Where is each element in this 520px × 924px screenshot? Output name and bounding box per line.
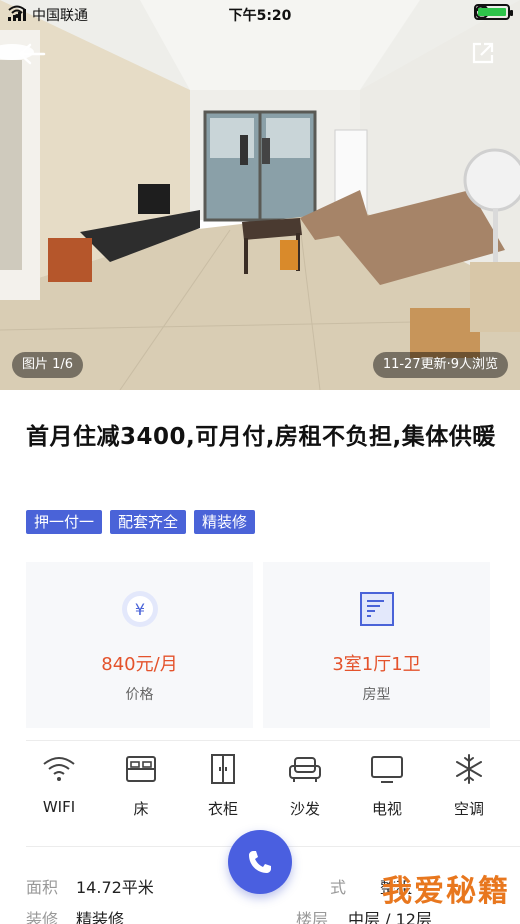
section-divider	[26, 740, 520, 741]
summary-cards: ¥ 840元/月 价格 3室1厅1卫 房型	[26, 562, 490, 728]
amenity-label: 床	[133, 800, 149, 818]
tv-icon	[371, 756, 403, 783]
amenity-tv: 电视	[346, 752, 428, 819]
svg-text:¥: ¥	[134, 600, 144, 619]
yuan-icon: ¥	[121, 591, 158, 627]
amenity-wifi: WIFI	[18, 752, 100, 819]
photo-counter: 图片 1/6	[12, 352, 84, 378]
listing-title: 首月住减3400,可月付,房租不负担,集体供暖	[26, 424, 496, 450]
amenity-label: 空调	[453, 800, 484, 818]
share-button[interactable]	[470, 40, 496, 66]
snowflake-icon	[456, 754, 482, 784]
price-card: ¥ 840元/月 价格	[26, 562, 253, 728]
price-value: 840元/月	[101, 654, 178, 675]
bed-icon	[126, 756, 156, 782]
wardrobe-icon	[211, 754, 235, 784]
tag-facilities: 配套齐全	[110, 510, 187, 534]
amenity-bed: 床	[100, 752, 182, 819]
layout-value: 3室1厅1卫	[332, 654, 421, 675]
tag-payment: 押一付一	[26, 510, 103, 534]
amenities-list: WIFI 床 衣柜 沙发 电视 空调	[18, 752, 510, 819]
sofa-icon	[289, 757, 321, 782]
amenity-sofa: 沙发	[264, 752, 346, 819]
amenity-wardrobe: 衣柜	[182, 752, 264, 819]
detail-area: 面积 14.72平米	[26, 874, 266, 898]
share-icon	[472, 42, 494, 64]
wifi-icon	[43, 757, 75, 781]
tag-decoration: 精装修	[194, 510, 256, 534]
phone-icon	[249, 851, 271, 873]
detail-key: 楼层	[296, 910, 329, 924]
detail-value: 精装修	[76, 910, 125, 924]
amenity-ac: 空调	[428, 752, 510, 819]
amenity-label: 衣柜	[207, 800, 238, 818]
back-button[interactable]	[16, 42, 46, 66]
status-bar: 中国联通 下午5:20	[0, 0, 520, 28]
detail-key: 装修	[26, 910, 59, 924]
status-time: 下午5:20	[228, 8, 292, 24]
detail-value: 14.72平米	[76, 878, 154, 897]
listing-tags: 押一付一 配套齐全 精装修	[26, 510, 256, 534]
back-arrow-icon	[18, 43, 46, 65]
floorplan-icon	[359, 592, 394, 626]
layout-label: 房型	[362, 687, 391, 703]
watermark-logo: 我爱秘籍	[382, 874, 510, 909]
room-photo-illustration	[0, 0, 520, 390]
detail-key: 式	[330, 878, 347, 897]
detail-key: 面积	[26, 878, 59, 897]
listing-photo[interactable]: 中国联通 下午5:20 图片 1/6 11-27更新·9人浏览	[0, 0, 520, 390]
amenity-label: WIFI	[42, 798, 76, 816]
update-views-badge: 11-27更新·9人浏览	[372, 352, 508, 378]
call-button[interactable]	[228, 830, 292, 894]
status-right	[474, 4, 513, 20]
battery-icon	[474, 4, 513, 20]
price-label: 价格	[125, 687, 154, 703]
amenity-label: 电视	[371, 800, 402, 818]
layout-card: 3室1厅1卫 房型	[263, 562, 490, 728]
amenity-label: 沙发	[289, 800, 320, 818]
detail-decoration: 装修 精装修	[26, 906, 266, 924]
